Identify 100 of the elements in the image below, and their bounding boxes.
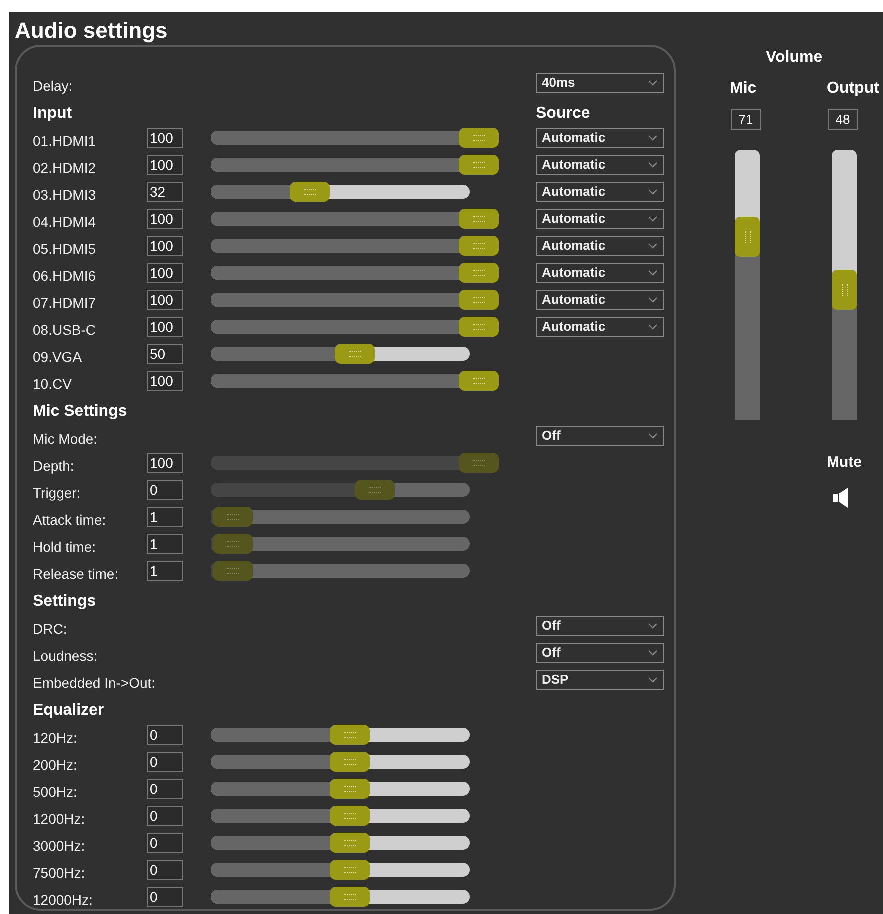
slider[interactable] — [211, 316, 499, 338]
chevron-icon — [648, 134, 658, 140]
slider-handle[interactable] — [735, 216, 760, 257]
chevron-icon — [648, 242, 658, 248]
dropdown[interactable]: Automatic — [536, 154, 664, 174]
value-field[interactable]: 100 — [147, 290, 183, 310]
channel-label: 06.HDMI6 — [33, 266, 98, 284]
slider[interactable] — [211, 126, 499, 148]
slider[interactable] — [211, 234, 499, 256]
channel-label: 08.USB-C — [33, 320, 98, 338]
channel-label: Output — [827, 80, 880, 98]
field-label: Embedded In->Out: — [33, 674, 156, 690]
channel-label: 05.HDMI5 — [33, 240, 98, 256]
slider-handle[interactable] — [459, 208, 499, 228]
dropdown[interactable]: Off — [536, 642, 664, 662]
page-title: Audio settings — [15, 17, 169, 45]
field-label: Loudness: — [33, 646, 99, 664]
section-heading: Equalizer — [33, 702, 106, 720]
dropdown[interactable]: Automatic — [536, 316, 664, 336]
slider-handle[interactable] — [459, 262, 499, 282]
slider-handle[interactable] — [832, 270, 857, 310]
field-label: Mic Mode: — [33, 430, 99, 446]
slider-handle[interactable] — [330, 832, 370, 852]
slider-handle[interactable] — [459, 154, 499, 174]
dropdown[interactable]: Automatic — [536, 262, 664, 282]
slider[interactable] — [211, 262, 499, 284]
value-field[interactable]: 32 — [147, 182, 183, 202]
field-label: Attack time: — [33, 510, 108, 528]
chevron-icon — [648, 80, 658, 86]
band-label: 200Hz: — [33, 756, 78, 772]
value-field[interactable]: 100 — [147, 236, 183, 256]
slider-handle[interactable] — [459, 236, 499, 256]
column-heading: Source — [536, 105, 590, 123]
dropdown[interactable]: 40ms — [536, 72, 664, 92]
chevron-icon — [648, 622, 658, 628]
channel-label: Mic — [730, 80, 758, 98]
dropdown[interactable]: Off — [536, 426, 664, 446]
field-label: Delay: — [33, 76, 74, 94]
slider-handle[interactable] — [330, 752, 370, 772]
slider-handle[interactable] — [459, 316, 499, 336]
band-label: 12000Hz: — [33, 890, 94, 908]
slider-handle[interactable] — [330, 860, 370, 880]
slider[interactable] — [211, 208, 499, 230]
slider-handle[interactable] — [330, 724, 370, 744]
band-label: 7500Hz: — [33, 864, 86, 880]
slider-handle[interactable] — [330, 806, 370, 826]
dropdown[interactable]: Automatic — [536, 290, 664, 310]
chevron-icon — [648, 188, 658, 194]
slider-handle[interactable] — [459, 290, 499, 310]
field-label: Release time: — [33, 564, 120, 582]
band-label: 120Hz: — [33, 728, 78, 746]
dropdown[interactable]: Automatic — [536, 128, 664, 148]
slider-handle[interactable] — [459, 128, 499, 148]
value-field[interactable]: 0 — [147, 832, 183, 852]
field-label: Depth: — [33, 456, 76, 474]
value-field[interactable]: 100 — [147, 370, 183, 390]
channel-label: 01.HDMI1 — [33, 132, 98, 148]
band-label: 3000Hz: — [33, 836, 86, 854]
slider-handle[interactable] — [330, 778, 370, 798]
slider-handle[interactable] — [459, 370, 499, 390]
slider[interactable] — [211, 370, 499, 392]
chevron-icon — [648, 324, 658, 330]
mute-label: Mute — [827, 454, 862, 471]
value-field[interactable]: 0 — [147, 778, 183, 798]
channel-label: 09.VGA — [33, 348, 84, 364]
value-field[interactable]: 0 — [147, 724, 183, 744]
dropdown[interactable]: Off — [536, 616, 664, 636]
dropdown[interactable]: Automatic — [536, 236, 664, 256]
value-field[interactable]: 100 — [147, 262, 183, 282]
slider[interactable] — [211, 154, 499, 176]
channel-label: 03.HDMI3 — [33, 186, 98, 202]
section-heading: Mic Settings — [33, 403, 128, 421]
chevron-icon — [648, 216, 658, 222]
dropdown[interactable]: DSP — [536, 670, 664, 690]
chevron-icon — [648, 432, 658, 438]
slider[interactable] — [211, 288, 499, 310]
value-field[interactable]: 0 — [147, 752, 183, 772]
channel-label: 10.CV — [33, 374, 73, 392]
section-heading: Settings — [33, 593, 98, 611]
value-field[interactable]: 100 — [147, 128, 183, 148]
band-label: 500Hz: — [33, 782, 78, 800]
chevron-icon — [648, 676, 658, 682]
slider-handle[interactable] — [290, 182, 330, 202]
value-field[interactable]: 50 — [147, 344, 183, 364]
value-field[interactable]: 100 — [147, 154, 183, 174]
slider-handle[interactable] — [335, 344, 375, 364]
value-field[interactable]: 0 — [147, 886, 183, 906]
dropdown[interactable]: Automatic — [536, 182, 664, 202]
dropdown[interactable]: Automatic — [536, 208, 664, 228]
value-field[interactable]: 100 — [147, 208, 183, 228]
field-label: Hold time: — [33, 538, 98, 554]
value-field[interactable]: 100 — [147, 316, 183, 336]
channel-label: 02.HDMI2 — [33, 158, 98, 176]
value-field[interactable]: 0 — [147, 806, 183, 826]
value-field[interactable]: 48 — [828, 109, 858, 130]
value-field[interactable]: 71 — [731, 109, 761, 130]
value-field[interactable]: 0 — [147, 860, 183, 880]
slider-handle[interactable] — [330, 886, 370, 906]
section-heading: Input — [33, 105, 74, 123]
band-label: 1200Hz: — [33, 810, 86, 826]
